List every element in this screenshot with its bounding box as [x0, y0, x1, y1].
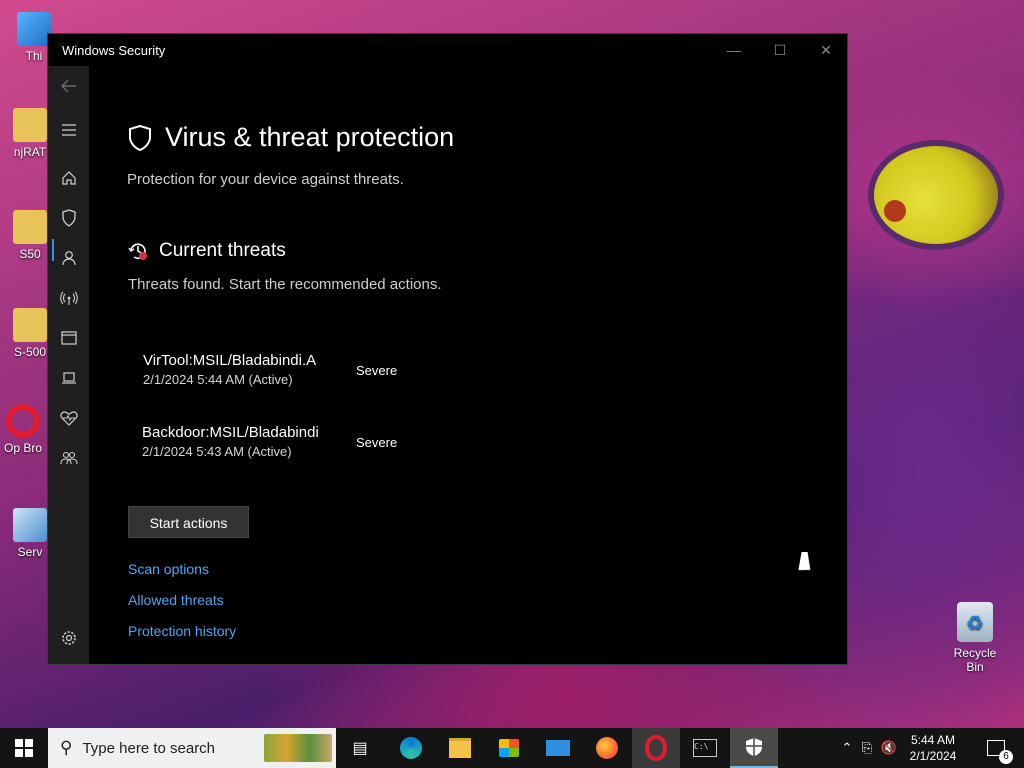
windows-security-taskbar-icon[interactable] [730, 728, 778, 768]
taskbar: ⚲ Type here to search ▤ C:\ ⌃ ⎘ 🔇 5:44 A… [0, 728, 1024, 768]
wallpaper-creature-pupil [884, 200, 906, 222]
clock-time: 5:44 AM [910, 733, 956, 747]
this-pc-icon [17, 12, 51, 46]
close-button[interactable]: ✕ [803, 34, 849, 66]
laptop-device-icon[interactable] [48, 363, 89, 393]
opera-browser-icon[interactable] [632, 728, 680, 768]
recycle-bin-icon [957, 602, 993, 642]
file-explorer-icon[interactable] [441, 728, 479, 768]
shield-icon [129, 124, 151, 151]
shield-icon[interactable] [48, 203, 89, 233]
recycle-bin-label: Recycle Bin [953, 646, 997, 674]
wallpaper-creature-eye [868, 140, 1004, 250]
allowed-threats-link[interactable]: Allowed threats [128, 592, 224, 608]
app-browser-window-icon[interactable] [48, 323, 89, 353]
microsoft-store-icon[interactable] [490, 728, 528, 768]
maximize-button[interactable]: ☐ [757, 34, 803, 66]
page-heading: Virus & threat protection [127, 122, 454, 153]
window-title: Windows Security [62, 43, 166, 58]
sidebar-nav [48, 66, 89, 664]
search-placeholder: Type here to search [82, 739, 216, 757]
page-title: Virus & threat protection [165, 122, 455, 152]
section-title: Current threats [159, 240, 286, 261]
folder-icon [13, 108, 47, 142]
threat-name: VirTool:MSIL/Bladabindi.A [143, 352, 317, 369]
search-highlight-books-icon [264, 734, 332, 762]
firefox-icon[interactable] [588, 728, 626, 768]
family-options-icon[interactable] [48, 443, 89, 473]
edge-browser-icon[interactable] [392, 728, 430, 768]
desktop-icon-label: S50 [19, 247, 41, 261]
title-bar[interactable]: Windows Security — ☐ ✕ [48, 34, 847, 66]
account-person-icon[interactable] [48, 243, 89, 273]
heart-health-icon[interactable] [48, 403, 89, 433]
windows-logo-icon [15, 739, 33, 757]
windows-security-window: Windows Security — ☐ ✕ Virus & threat pr… [47, 33, 848, 665]
folder-icon [13, 308, 47, 342]
task-view-icon[interactable]: ▤ [343, 728, 377, 768]
desktop-icon-label: Thi [25, 49, 43, 63]
threat-name: Backdoor:MSIL/Bladabindi [142, 424, 319, 441]
start-actions-button[interactable]: Start actions [128, 506, 249, 538]
command-prompt-icon[interactable]: C:\ [681, 728, 729, 768]
page-subtitle: Protection for your device against threa… [127, 171, 404, 188]
protection-history-link[interactable]: Protection history [128, 623, 236, 639]
hamburger-menu-icon[interactable] [48, 115, 89, 145]
notification-badge: 6 [999, 750, 1013, 764]
scan-options-link[interactable]: Scan options [128, 561, 209, 577]
back-arrow-icon[interactable] [48, 71, 89, 101]
threat-item[interactable]: Backdoor:MSIL/Bladabindi 2/1/2024 5:43 A… [142, 424, 542, 459]
threat-item[interactable]: VirTool:MSIL/Bladabindi.A 2/1/2024 5:44 … [143, 352, 543, 387]
desktop-icon-label: Serv [17, 545, 43, 559]
taskbar-clock[interactable]: 5:44 AM 2/1/2024 [902, 732, 964, 764]
home-icon[interactable] [48, 163, 89, 193]
section-heading: Current threats [127, 240, 286, 262]
desktop-icon-label: Op Bro [3, 441, 42, 455]
volume-muted-icon[interactable]: 🔇 [878, 740, 900, 756]
threat-history-icon [128, 243, 147, 260]
chevron-up-icon[interactable]: ⌃ [838, 740, 856, 756]
threat-severity: Severe [356, 363, 398, 378]
folder-icon [13, 210, 47, 244]
desktop-icon-label: njRAT [13, 145, 47, 159]
clock-date: 2/1/2024 [909, 749, 957, 763]
network-icon[interactable]: ⎘ [856, 740, 878, 756]
desktop-icon-opera[interactable]: Op Bro [0, 404, 46, 455]
network-wireless-icon[interactable] [48, 283, 89, 313]
server-icon [13, 508, 47, 542]
system-tray: ⌃ ⎘ 🔇 [838, 728, 900, 768]
threat-time: 2/1/2024 5:43 AM (Active) [142, 444, 292, 459]
desktop-icon-recycle-bin[interactable]: Recycle Bin [944, 602, 1006, 674]
threat-time: 2/1/2024 5:44 AM (Active) [143, 372, 293, 387]
desktop-icon-label: S-500 [13, 345, 47, 359]
settings-gear-icon[interactable] [48, 623, 89, 653]
main-content: Virus & threat protection Protection for… [89, 66, 847, 664]
minimize-button[interactable]: — [711, 34, 757, 66]
mail-icon[interactable] [539, 728, 577, 768]
section-subtitle: Threats found. Start the recommended act… [128, 276, 442, 293]
start-button[interactable] [0, 728, 48, 768]
taskbar-search-box[interactable]: ⚲ Type here to search [48, 728, 336, 768]
search-icon: ⚲ [60, 738, 73, 757]
notification-center-icon[interactable]: 6 [976, 728, 1016, 768]
opera-browser-icon [6, 404, 40, 438]
threat-severity: Severe [356, 435, 398, 450]
